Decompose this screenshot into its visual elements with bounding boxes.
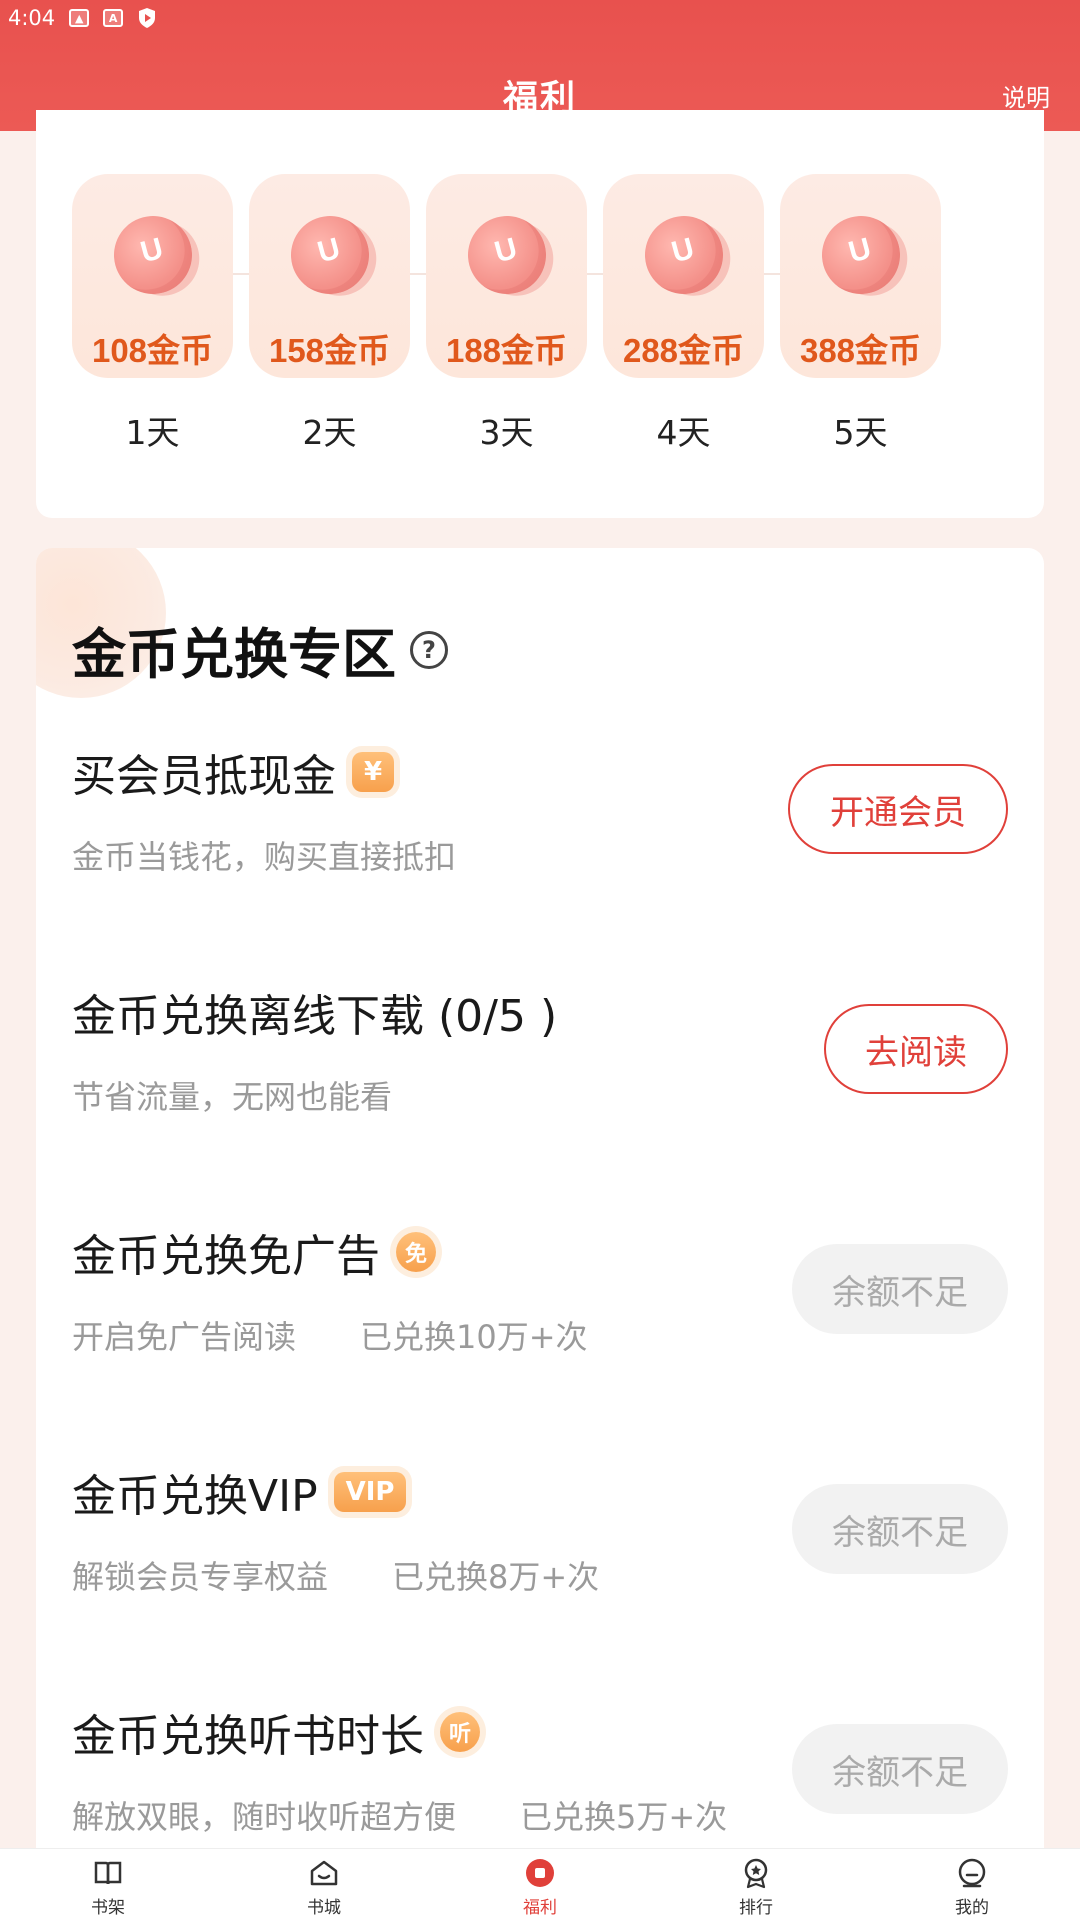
free-badge-icon: 免 [396, 1232, 436, 1272]
welfare-icon [526, 1859, 554, 1887]
font-icon: A [103, 9, 124, 27]
nav-label: 我的 [955, 1898, 989, 1918]
nav-label: 福利 [523, 1898, 557, 1918]
insufficient-balance-button[interactable]: 余额不足 [792, 1484, 1008, 1574]
day-label: 5天 [833, 413, 888, 452]
day-reward: 388金币 [799, 332, 922, 369]
item-name-text: 金币兑换离线下载 (0/5 ) [72, 991, 558, 1042]
ranking-icon [744, 1858, 768, 1889]
item-name-text: 金币兑换VIP [72, 1471, 318, 1522]
exchange-item-vip: 金币兑换VIP VIP 解锁会员专享权益 已兑换8万+次 余额不足 [72, 1460, 1008, 1620]
checkin-day[interactable]: 158金币 2天 [249, 174, 410, 454]
nav-label: 书城 [307, 1898, 341, 1918]
nav-item-welfare[interactable]: 福利 [432, 1849, 648, 1920]
checkin-card: 108金币 1天 158金币 2天 188金币 3天 288金币 4天 [36, 110, 1044, 518]
help-link[interactable]: 说明 [1002, 78, 1050, 113]
exchange-item-offline-download: 金币兑换离线下载 (0/5 ) 节省流量，无网也能看 去阅读 [72, 980, 1008, 1140]
profile-icon [958, 1858, 986, 1888]
bookstore-icon [310, 1860, 338, 1886]
status-bar: 4:04 ▲ A [0, 0, 1080, 36]
exchange-item-member-discount: 买会员抵现金 ¥ 金币当钱花，购买直接抵扣 开通会员 [72, 740, 1008, 900]
day-label: 2天 [302, 413, 357, 452]
question-icon[interactable]: ? [410, 630, 448, 669]
exchange-card: 金币兑换专区 ? 买会员抵现金 ¥ 金币当钱花，购买直接抵扣 开通会员 金币兑换… [36, 548, 1044, 1920]
day-reward: 108金币 [91, 332, 214, 369]
exchange-item-ad-free: 金币兑换免广告 免 开启免广告阅读 已兑换10万+次 余额不足 [72, 1220, 1008, 1380]
day-reward: 288金币 [622, 332, 745, 369]
coin-icon [813, 207, 909, 303]
item-name: 金币兑换VIP VIP [72, 1460, 407, 1524]
nav-item-profile[interactable]: 我的 [864, 1849, 1080, 1920]
insufficient-balance-button[interactable]: 余额不足 [792, 1244, 1008, 1334]
day-tile: 108金币 [72, 174, 233, 378]
nav-label: 排行 [739, 1898, 773, 1918]
day-tile: 288金币 [603, 174, 764, 378]
bottom-nav: 书架 书城 福利 排行 我的 [0, 1848, 1080, 1920]
item-desc: 解放双眼，随时收听超方便 已兑换5万+次 [72, 1798, 728, 1836]
go-read-button[interactable]: 去阅读 [824, 1004, 1008, 1094]
status-time: 4:04 [8, 6, 56, 30]
item-desc: 金币当钱花，购买直接抵扣 [72, 838, 457, 876]
checkin-day[interactable]: 388金币 5天 [780, 174, 941, 454]
day-tile: 188金币 [426, 174, 587, 378]
day-tile: 388金币 [780, 174, 941, 378]
day-label: 1天 [125, 413, 180, 452]
coin-icon [459, 207, 555, 303]
nav-item-bookshelf[interactable]: 书架 [0, 1849, 216, 1920]
item-desc: 开启免广告阅读 已兑换10万+次 [72, 1318, 588, 1356]
item-name-text: 金币兑换免广告 [72, 1231, 380, 1282]
nav-item-ranking[interactable]: 排行 [648, 1849, 864, 1920]
item-name: 金币兑换免广告 免 [72, 1220, 436, 1284]
item-desc: 解锁会员专享权益 已兑换8万+次 [72, 1558, 600, 1596]
nav-item-bookstore[interactable]: 书城 [216, 1849, 432, 1920]
open-membership-button[interactable]: 开通会员 [788, 764, 1008, 854]
shield-icon [139, 8, 156, 28]
checkin-day[interactable]: 188金币 3天 [426, 174, 587, 454]
day-reward: 188金币 [445, 332, 568, 369]
insufficient-balance-button[interactable]: 余额不足 [792, 1724, 1008, 1814]
coin-icon [105, 207, 201, 303]
checkin-day[interactable]: 288金币 4天 [603, 174, 764, 454]
item-name-text: 买会员抵现金 [72, 751, 336, 802]
day-reward: 158金币 [268, 332, 391, 369]
item-name-text: 金币兑换听书时长 [72, 1711, 424, 1762]
day-label: 3天 [479, 413, 534, 452]
item-name: 金币兑换听书时长 听 [72, 1700, 480, 1764]
gallery-icon: ▲ [69, 9, 90, 27]
exchange-item-audiobook: 金币兑换听书时长 听 解放双眼，随时收听超方便 已兑换5万+次 余额不足 [72, 1700, 1008, 1860]
item-name: 买会员抵现金 ¥ [72, 740, 395, 804]
checkin-days: 108金币 1天 158金币 2天 188金币 3天 288金币 4天 [72, 174, 941, 454]
coin-icon [282, 207, 378, 303]
checkin-day[interactable]: 108金币 1天 [72, 174, 233, 454]
section-title-text: 金币兑换专区 [72, 623, 396, 686]
vip-badge-icon: VIP [333, 1472, 407, 1512]
nav-label: 书架 [91, 1898, 125, 1918]
item-desc: 节省流量，无网也能看 [72, 1078, 393, 1116]
section-title: 金币兑换专区 ? [72, 610, 448, 689]
day-label: 4天 [656, 413, 711, 452]
yuan-badge-icon: ¥ [352, 752, 395, 792]
bookshelf-icon [94, 1861, 122, 1885]
listen-badge-icon: 听 [440, 1712, 480, 1752]
coin-icon [636, 207, 732, 303]
day-tile: 158金币 [249, 174, 410, 378]
item-name: 金币兑换离线下载 (0/5 ) [72, 980, 557, 1044]
